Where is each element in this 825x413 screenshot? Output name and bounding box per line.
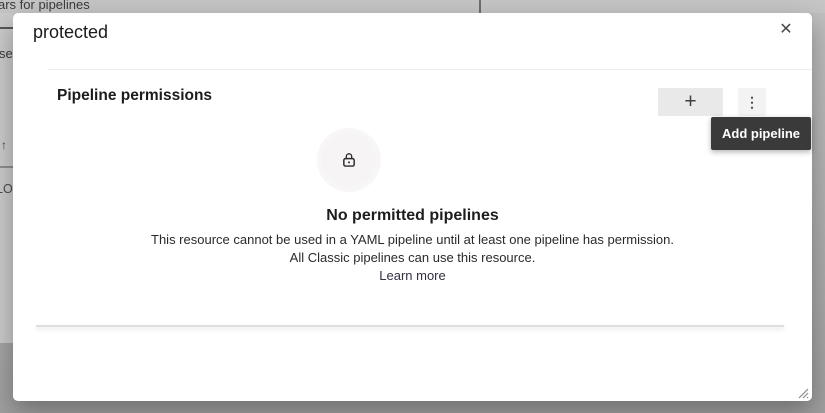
empty-state-illustration	[317, 128, 381, 192]
background-top-bar: ars for pipelines	[0, 0, 825, 13]
pipeline-permissions-dialog: protected ✕ Pipeline permissions + ⋮ Add…	[13, 13, 812, 401]
background-text-fragment: se	[0, 46, 13, 61]
tooltip-label: Add pipeline	[722, 126, 800, 141]
header-divider	[48, 69, 812, 70]
background-left-rail: se ↑ LO	[0, 13, 13, 343]
empty-state-text: No permitted pipelines This resource can…	[13, 205, 812, 285]
kebab-menu-icon: ⋮	[745, 95, 759, 109]
background-text-fragment: LO	[0, 182, 13, 196]
background-arrow-fragment: ↑	[1, 138, 7, 152]
empty-state-description-line-1: This resource cannot be used in a YAML p…	[13, 231, 812, 249]
background-divider-fragment	[0, 27, 13, 29]
footer-divider	[36, 325, 784, 327]
background-divider-fragment	[0, 166, 13, 168]
section-heading: Pipeline permissions	[57, 86, 212, 106]
plus-icon: +	[684, 91, 696, 112]
background-text-fragment: ars for pipelines	[0, 0, 90, 12]
empty-state-description-line-2: All Classic pipelines can use this resou…	[13, 249, 812, 267]
more-options-button[interactable]: ⋮	[738, 88, 766, 116]
close-icon: ✕	[779, 19, 792, 39]
learn-more-link[interactable]: Learn more	[379, 267, 445, 285]
dialog-title: protected	[33, 20, 108, 44]
screen: ars for pipelines se ↑ LO protected ✕ Pi…	[0, 0, 825, 413]
close-button[interactable]: ✕	[772, 15, 800, 43]
lock-icon	[340, 151, 358, 169]
resize-grip-icon	[795, 385, 809, 399]
add-pipeline-button[interactable]: +	[658, 88, 723, 116]
add-pipeline-tooltip: Add pipeline	[711, 117, 811, 150]
resize-handle[interactable]	[795, 385, 809, 399]
background-column-divider	[479, 0, 481, 13]
empty-state-heading: No permitted pipelines	[13, 205, 812, 227]
